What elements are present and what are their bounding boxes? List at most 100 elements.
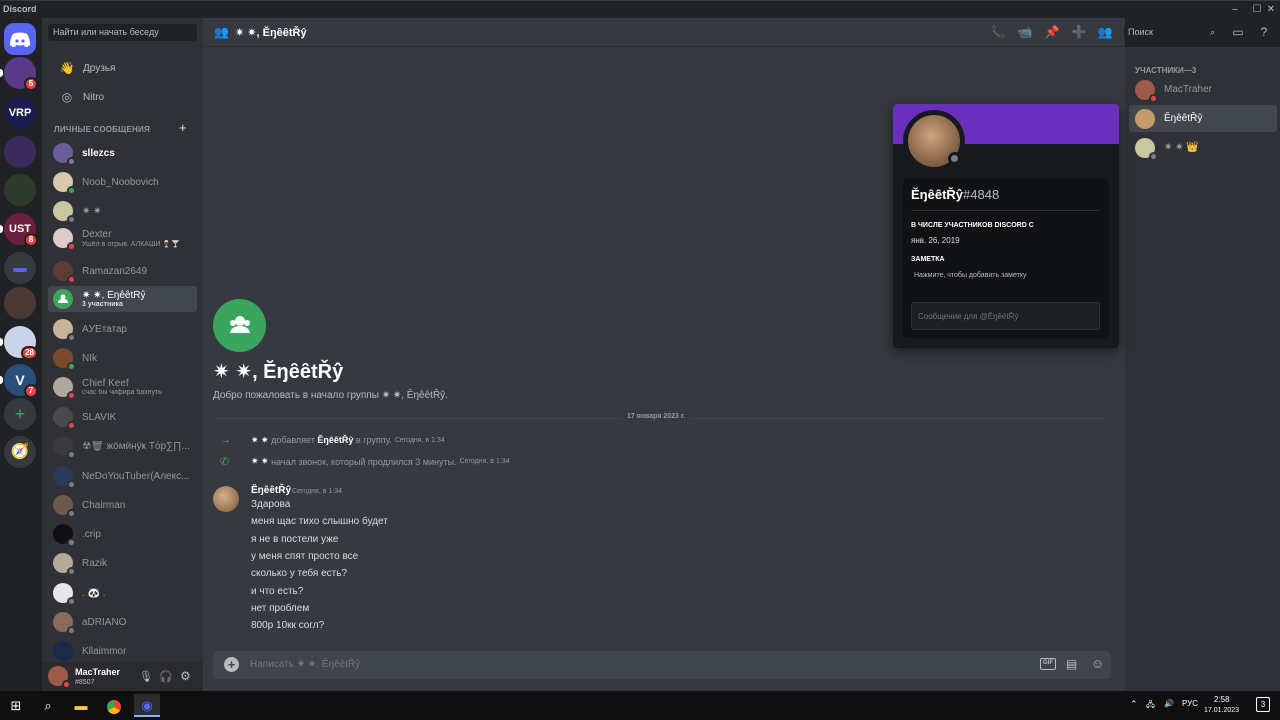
system-actor[interactable]: ✷ ✷: [251, 456, 269, 467]
username[interactable]: MacTraher: [75, 667, 120, 677]
friends-link[interactable]: 👋 Друзья: [48, 56, 197, 80]
clock-time[interactable]: 2:58: [1214, 695, 1230, 704]
message-line: и что есть?: [251, 585, 304, 597]
avatar: [53, 612, 76, 635]
dm-list-item[interactable]: sllezcs: [48, 140, 197, 166]
dm-name: NeDoYouTuber(Алекс...: [82, 470, 190, 482]
file-explorer-icon[interactable]: ▬: [68, 694, 94, 717]
profile-name: ĔŋȇȇtŘŷ#4848: [911, 187, 999, 202]
headphones-icon[interactable]: 🎧: [159, 670, 173, 683]
status-offline-icon: [948, 152, 961, 165]
avatar[interactable]: [213, 486, 239, 512]
dm-list-item[interactable]: ✷ ✷: [48, 198, 197, 224]
system-target[interactable]: ĔŋȇȇtŘŷ: [317, 435, 353, 445]
status-offline-icon: [67, 509, 76, 518]
group-icon: [213, 299, 266, 352]
dm-list-item[interactable]: Noob_Noobovich: [48, 169, 197, 195]
server-icon[interactable]: [4, 136, 36, 168]
dm-list-item[interactable]: ✷ ✷, ĔŋȇȇtŘŷ 3 участника: [48, 286, 197, 312]
volume-icon[interactable]: 🔊: [1164, 699, 1174, 708]
server-icon[interactable]: [4, 174, 36, 206]
close-icon[interactable]: ✕: [1262, 2, 1280, 17]
avatar[interactable]: [48, 666, 71, 689]
nitro-label: Nitro: [83, 91, 105, 103]
member-item[interactable]: ĔŋȇȇtŘŷ: [1129, 105, 1277, 132]
dm-list-item[interactable]: ☢🗑 жӧмӥнӱҝ Ťόр∑∏...: [48, 433, 197, 459]
message-line: у меня спят просто все: [251, 550, 359, 562]
notifications-icon[interactable]: 3: [1256, 697, 1270, 712]
dm-list-item[interactable]: AУEтатар: [48, 316, 197, 342]
tray-chevron-icon[interactable]: ⌃: [1130, 699, 1138, 710]
dm-list-item[interactable]: Kllaimmor: [48, 638, 197, 664]
dm-name: ✷ ✷, ĔŋȇȇtŘŷ: [82, 290, 146, 301]
chrome-icon[interactable]: [101, 694, 127, 717]
add-friends-to-dm-icon[interactable]: ➕: [1071, 25, 1087, 39]
server-image: [4, 174, 36, 206]
dm-text: SLAVIK: [82, 412, 116, 423]
dm-list-item[interactable]: NIk: [48, 345, 197, 371]
dm-list-item[interactable]: Razik: [48, 550, 197, 576]
member-item[interactable]: MacTraher: [1129, 76, 1277, 103]
windows-start-icon[interactable]: ⊞: [3, 694, 29, 717]
avatar: [1135, 79, 1158, 103]
system-actor[interactable]: ✷ ✷: [251, 435, 269, 446]
message-author[interactable]: ĔŋȇȇtŘŷ: [251, 485, 291, 496]
server-icon[interactable]: VRP: [4, 97, 36, 129]
dm-list-item[interactable]: Ramazan2649: [48, 258, 197, 284]
dm-list-item[interactable]: aDRIANO: [48, 609, 197, 635]
help-icon[interactable]: ?: [1256, 25, 1272, 39]
member-item[interactable]: ✷ ✷ 👑: [1129, 134, 1277, 161]
create-dm-icon[interactable]: +: [179, 120, 187, 135]
avatar: [53, 436, 76, 459]
dm-list-item[interactable]: Chairman: [48, 492, 197, 518]
dm-list-item[interactable]: NeDoYouTuber(Алекс...: [48, 463, 197, 489]
group-users-icon: [58, 294, 68, 303]
server-icon[interactable]: V7: [0, 364, 38, 398]
attach-plus-icon[interactable]: +: [224, 657, 239, 672]
dm-list-item[interactable]: Chief Keef счас бы чифира бахнуть: [48, 374, 197, 400]
settings-gear-icon[interactable]: ⚙: [180, 669, 191, 683]
message-composer[interactable]: + Написать ✷ ✷, ĔŋȇȇtŘŷ GIF ▤ ☺: [213, 651, 1111, 679]
nitro-link[interactable]: ◎ Nitro: [48, 85, 197, 109]
server-icon[interactable]: UST 8: [0, 213, 38, 247]
member-name: ĔŋȇȇtŘŷ: [1164, 113, 1203, 124]
message-line: Здарова: [251, 499, 291, 510]
dm-list-item[interactable]: SLAVIK: [48, 404, 197, 430]
pinned-messages-icon[interactable]: 📌: [1044, 25, 1060, 39]
server-icon[interactable]: [4, 287, 36, 319]
sticker-icon[interactable]: ▤: [1066, 657, 1077, 671]
server-icon[interactable]: ▬: [4, 252, 36, 284]
dm-text: Ramazan2649: [82, 266, 147, 277]
dm-list-item[interactable]: .crip: [48, 521, 197, 547]
language-indicator[interactable]: РУС: [1182, 699, 1198, 708]
start-video-call-icon[interactable]: 📹: [1017, 25, 1033, 39]
popout-message-input[interactable]: Сообщение для @ĔŋȇȇtŘŷ: [911, 302, 1100, 330]
home-button[interactable]: [4, 23, 36, 55]
server-icon[interactable]: 28: [0, 326, 38, 360]
emoji-icon[interactable]: ☺: [1091, 656, 1104, 671]
note-input[interactable]: Нажмите, чтобы добавить заметку: [914, 272, 1027, 279]
member-list-icon[interactable]: 👥: [1097, 25, 1113, 39]
dm-search-input[interactable]: Найти или начать беседу: [48, 24, 197, 41]
dm-list-item[interactable]: Dexter Ушёл в отрыв. АЛКАШИ 🍷🍸: [48, 225, 197, 251]
clock-date[interactable]: 17.01.2023: [1204, 707, 1239, 714]
search-icon: ⌕: [1209, 27, 1215, 37]
network-icon[interactable]: 🖧: [1146, 699, 1155, 713]
search-input[interactable]: Поиск ⌕: [1124, 25, 1219, 40]
search-icon[interactable]: ⌕: [35, 694, 61, 717]
dm-text: .crip: [82, 529, 101, 540]
dm-subtext: Ушёл в отрыв. АЛКАШИ 🍷🍸: [82, 240, 180, 248]
dm-list-item[interactable]: . 🐼 .: [48, 580, 197, 606]
add-server-button[interactable]: +: [4, 398, 36, 430]
mention-badge: 8: [24, 233, 38, 247]
microphone-icon[interactable]: 🎙: [139, 670, 153, 683]
gif-icon[interactable]: GIF: [1040, 658, 1056, 670]
explore-servers-button[interactable]: 🧭: [4, 436, 36, 468]
search-placeholder: Поиск: [1128, 27, 1153, 37]
minimize-icon[interactable]: –: [1226, 2, 1244, 17]
server-icon[interactable]: 5: [0, 57, 38, 91]
dm-name: ✷ ✷: [82, 205, 102, 217]
discord-taskbar-icon[interactable]: ◉: [134, 694, 160, 717]
inbox-icon[interactable]: ▭: [1230, 25, 1246, 39]
start-voice-call-icon[interactable]: 📞: [990, 25, 1006, 39]
